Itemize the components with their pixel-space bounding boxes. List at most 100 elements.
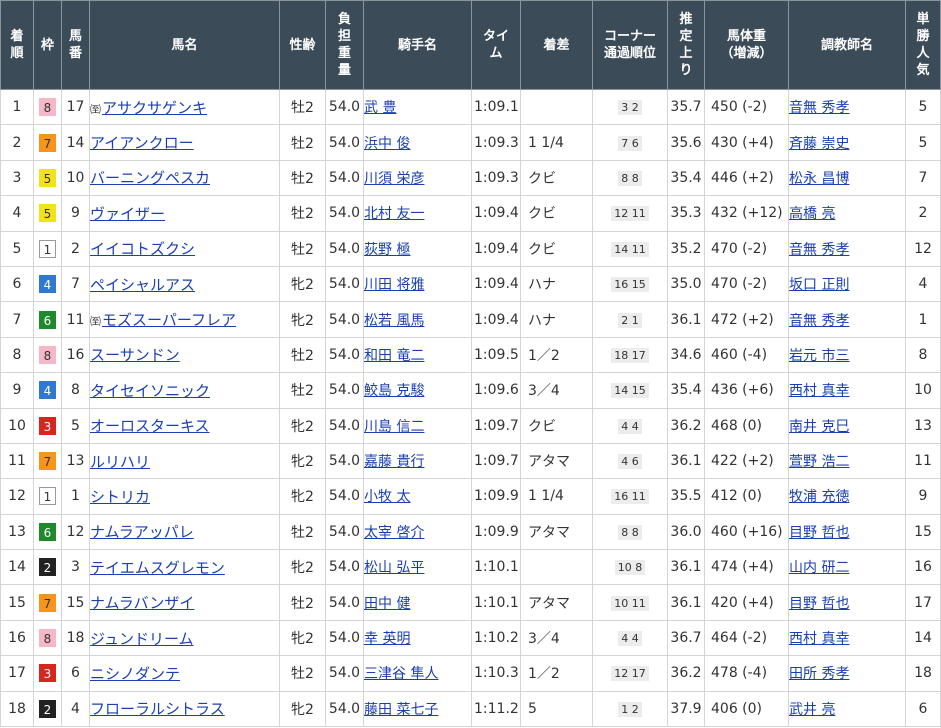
last3f-cell: 36.2 [667, 655, 705, 692]
rank-cell: 9 [0, 372, 34, 409]
trainer-name-link[interactable]: 松永 昌博 [790, 171, 850, 187]
margin-cell: 1／2 [520, 336, 593, 374]
horse-name-link[interactable]: ヴァイザー [91, 205, 166, 223]
trainer-name-link[interactable]: 南井 克巳 [790, 419, 850, 435]
jockey-name-link[interactable]: 浜中 俊 [365, 136, 411, 152]
horse-name-link[interactable]: ジュンドリーム [91, 630, 194, 648]
header-frame[interactable]: 枠 [33, 0, 62, 90]
jockey-name-link[interactable]: 幸 英明 [365, 631, 411, 647]
trainer-name-link[interactable]: 目野 哲也 [790, 525, 850, 541]
corner-cell: 8 8 [592, 513, 668, 551]
sex-age-cell: 牡2 [279, 88, 326, 126]
header-jockey[interactable]: 騎手名 [363, 0, 472, 90]
table-row: 2 7 14 アイアンクロー 牡2 54.0 浜中 俊 1:09.3 1 1/4 7 6 35.6 4… [0, 124, 941, 161]
trainer-name-link[interactable]: 田所 秀孝 [790, 666, 850, 682]
header-horse[interactable]: 馬名 [89, 0, 280, 90]
horse-name-link[interactable]: バーニングペスカ [91, 169, 211, 187]
trainer-cell: 田所 秀孝 [788, 655, 906, 692]
trainer-name-link[interactable]: 西村 真幸 [790, 631, 850, 647]
horse-name-link[interactable]: スーサンドン [91, 346, 180, 364]
popularity-cell: 5 [905, 88, 941, 126]
horse-name-link[interactable]: モズスーパーフレア [102, 311, 236, 329]
jockey-name-link[interactable]: 川須 栄彦 [365, 171, 425, 187]
trainer-cell: 牧浦 充徳 [788, 478, 906, 515]
trainer-name-link[interactable]: 山内 研二 [790, 560, 850, 576]
jockey-name-link[interactable]: 藤田 菜七子 [365, 702, 439, 718]
horse-cell: ヴァイザー [89, 195, 280, 232]
frame-cell: 8 [33, 336, 62, 374]
trainer-cell: 高橋 亮 [788, 195, 906, 232]
horse-name-link[interactable]: ナムラアッパレ [91, 523, 194, 541]
trainer-name-link[interactable]: 岩元 市三 [790, 348, 850, 364]
header-sex-age[interactable]: 性齢 [279, 0, 326, 90]
time-cell: 1:09.9 [471, 478, 521, 515]
header-popularity[interactable]: 単勝人気 [905, 0, 941, 90]
jockey-name-link[interactable]: 鮫島 克駿 [365, 383, 425, 399]
jockey-name-link[interactable]: 川田 将雅 [365, 277, 425, 293]
header-trainer[interactable]: 調教師名 [788, 0, 906, 90]
jockey-name-link[interactable]: 小牧 太 [365, 489, 411, 505]
horse-name-link[interactable]: アサクサゲンキ [102, 99, 207, 117]
frame-badge: 3 [39, 664, 56, 683]
weight-cell: 54.0 [325, 230, 364, 267]
horse-name-link[interactable]: イイコトズクシ [91, 240, 196, 258]
header-number[interactable]: 馬番 [61, 0, 90, 90]
header-weight-carried[interactable]: 負担重量 [325, 0, 364, 90]
horse-name-link[interactable]: ニシノダンテ [91, 665, 181, 683]
header-corner[interactable]: コーナー 通過順位 [592, 0, 668, 90]
weight-cell: 54.0 [325, 442, 364, 480]
horse-name-link[interactable]: ナムラバンザイ [91, 594, 195, 612]
number-cell: 16 [61, 336, 90, 374]
corner-order: 2 1 [618, 312, 642, 328]
number-cell: 3 [61, 549, 90, 586]
trainer-name-link[interactable]: 萱野 浩二 [790, 454, 850, 470]
horse-name-link[interactable]: アイアンクロー [91, 134, 194, 152]
header-last3f[interactable]: 推定上り [667, 0, 705, 90]
horse-name-link[interactable]: タイセイソニック [91, 382, 211, 400]
header-margin[interactable]: 着差 [520, 0, 593, 90]
header-time[interactable]: タイム [471, 0, 521, 90]
margin-cell: クビ [520, 195, 593, 232]
jockey-name-link[interactable]: 松山 弘平 [365, 560, 425, 576]
sex-age-cell: 牡2 [279, 336, 326, 374]
trainer-name-link[interactable]: 牧浦 充徳 [790, 489, 850, 505]
jockey-name-link[interactable]: 嘉藤 貴行 [365, 454, 425, 470]
rank-cell: 14 [0, 549, 34, 586]
popularity-cell: 8 [905, 336, 941, 374]
horse-name-link[interactable]: フローラルシトラス [91, 700, 225, 718]
number-cell: 13 [61, 442, 90, 480]
trainer-name-link[interactable]: 音無 秀孝 [790, 242, 850, 258]
trainer-name-link[interactable]: 坂口 正則 [790, 277, 850, 293]
trainer-name-link[interactable]: 音無 秀孝 [790, 100, 850, 116]
trainer-name-link[interactable]: 音無 秀孝 [790, 313, 850, 329]
rank-cell: 2 [0, 124, 34, 161]
header-rank[interactable]: 着順 [0, 0, 34, 90]
header-body-weight[interactable]: 馬体重 （増減） [704, 0, 789, 90]
jockey-name-link[interactable]: 荻野 極 [365, 242, 411, 258]
jockey-name-link[interactable]: 和田 竜二 [365, 348, 425, 364]
trainer-name-link[interactable]: 西村 真幸 [790, 383, 850, 399]
jockey-name-link[interactable]: 三津谷 隼人 [365, 666, 439, 682]
jockey-name-link[interactable]: 川島 信二 [365, 419, 425, 435]
trainer-cell: 松永 昌博 [788, 159, 906, 197]
trainer-name-link[interactable]: 高橋 亮 [790, 206, 836, 222]
horse-name-link[interactable]: ルリハリ [91, 453, 151, 471]
trainer-cell: 萱野 浩二 [788, 442, 906, 480]
jockey-name-link[interactable]: 松若 風馬 [365, 313, 425, 329]
trainer-name-link[interactable]: 武井 亮 [790, 702, 836, 718]
jockey-name-link[interactable]: 太宰 啓介 [365, 525, 425, 541]
weight-cell: 54.0 [325, 584, 364, 621]
trainer-name-link[interactable]: 斉藤 崇史 [790, 136, 850, 152]
corner-order: 16 15 [611, 277, 649, 293]
horse-name-link[interactable]: テイエムスグレモン [91, 559, 225, 577]
horse-name-link[interactable]: オーロスターキス [91, 417, 210, 435]
jockey-name-link[interactable]: 北村 友一 [365, 206, 425, 222]
jockey-name-link[interactable]: 武 豊 [365, 100, 397, 116]
number-cell: 11 [61, 301, 90, 338]
sex-age-cell: 牝2 [279, 549, 326, 586]
horse-name-link[interactable]: ペイシャルアス [91, 276, 196, 294]
trainer-name-link[interactable]: 目野 哲也 [790, 596, 850, 612]
rank-cell: 13 [0, 513, 34, 551]
horse-name-link[interactable]: シトリカ [91, 488, 151, 506]
jockey-name-link[interactable]: 田中 健 [365, 596, 411, 612]
